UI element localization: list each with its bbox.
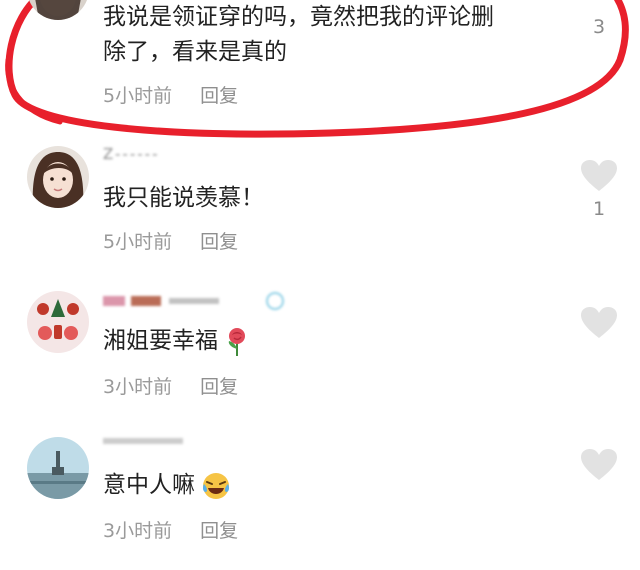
- avatar[interactable]: [27, 146, 89, 208]
- username[interactable]: [103, 292, 293, 314]
- rose-icon: [228, 327, 245, 356]
- username-blur-icon: [103, 438, 183, 444]
- username-decoration-icon: [103, 292, 284, 310]
- comment-meta: 3小时前 回复: [103, 372, 238, 399]
- comment-meta: 5小时前 回复: [103, 81, 238, 108]
- like-count: 3: [592, 16, 606, 38]
- reply-button[interactable]: 回复: [200, 376, 238, 398]
- comment-item: Z------ 我只能说羡慕！ 5小时前 回复 1: [0, 143, 640, 283]
- comment-meta: 5小时前 回复: [103, 227, 238, 254]
- timestamp: 5小时前: [103, 85, 173, 107]
- heart-icon[interactable]: [580, 448, 618, 482]
- comment-item: 我说是领证穿的吗，竟然把我的评论删 除了，看来是真的 5小时前 回复 3: [0, 0, 640, 140]
- comment-item: 意中人嘛 3小时前 回复: [0, 430, 640, 570]
- laughing-crying-icon: [202, 472, 230, 499]
- timestamp: 5小时前: [103, 231, 173, 253]
- comment-text: 意中人嘛: [103, 468, 231, 503]
- username[interactable]: [103, 434, 193, 452]
- heart-icon[interactable]: [580, 159, 618, 193]
- reply-button[interactable]: 回复: [200, 231, 238, 253]
- reply-button[interactable]: 回复: [200, 85, 238, 107]
- comment-meta: 3小时前 回复: [103, 516, 238, 543]
- comment-item: 湘姐要幸福 3小时前 回复: [0, 288, 640, 428]
- comment-text: 我只能说羡慕！: [103, 185, 264, 211]
- avatar[interactable]: [27, 0, 89, 20]
- timestamp: 3小时前: [103, 520, 173, 542]
- avatar[interactable]: [27, 437, 89, 499]
- heart-icon[interactable]: [580, 306, 618, 340]
- username[interactable]: Z------: [103, 145, 160, 163]
- comment-text: 我说是领证穿的吗，竟然把我的评论删 除了，看来是真的: [103, 4, 494, 65]
- reply-button[interactable]: 回复: [200, 520, 238, 542]
- comment-text: 湘姐要幸福: [103, 324, 250, 359]
- avatar[interactable]: [27, 291, 89, 353]
- like-count: 1: [592, 198, 606, 220]
- timestamp: 3小时前: [103, 376, 173, 398]
